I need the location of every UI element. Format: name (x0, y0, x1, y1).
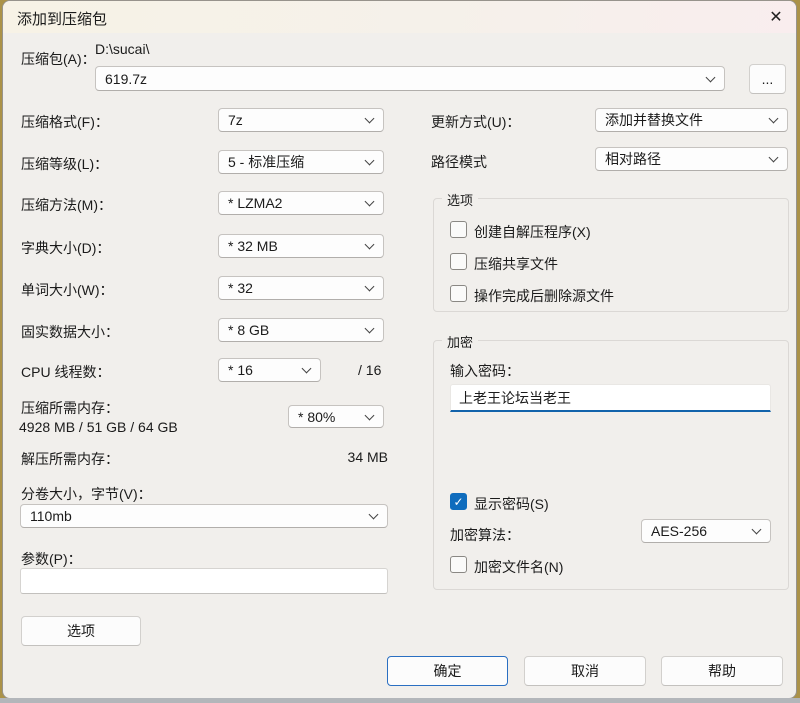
archive-label: 压缩包(A)： (21, 49, 96, 69)
options-button[interactable]: 选项 (21, 616, 141, 646)
parameters-label: 参数(P)： (21, 549, 82, 569)
chevron-down-icon (365, 114, 375, 124)
archive-name-value: 619.7z (105, 71, 147, 87)
archive-directory: D:\sucai\ (95, 41, 149, 57)
compress-shared-label[interactable]: 压缩共享文件 (474, 254, 558, 274)
word-size-combo[interactable]: * 32 (218, 276, 384, 300)
chevron-down-icon (365, 410, 375, 420)
encryption-method-label: 加密算法： (450, 525, 520, 545)
cpu-threads-total: / 16 (358, 362, 381, 378)
dictionary-value: * 32 MB (228, 238, 278, 254)
encrypt-filenames-checkbox[interactable] (450, 556, 467, 573)
chevron-down-icon (302, 364, 312, 374)
password-input[interactable] (450, 384, 771, 412)
path-mode-label: 路径模式 (431, 152, 487, 172)
encryption-method-combo[interactable]: AES-256 (641, 519, 771, 543)
method-combo[interactable]: * LZMA2 (218, 191, 384, 215)
chevron-down-icon (769, 153, 779, 163)
archive-name-combo[interactable]: 619.7z (95, 66, 725, 91)
memory-decompress-value: 34 MB (303, 449, 388, 465)
background-window-edge (0, 698, 800, 703)
word-size-label: 单词大小(W)： (21, 280, 114, 300)
chevron-down-icon (365, 324, 375, 334)
add-to-archive-dialog: 添加到压缩包 ✕ 压缩包(A)： D:\sucai\ 619.7z ... 压缩… (2, 0, 797, 699)
encryption-group-title: 加密 (442, 332, 478, 351)
path-mode-combo[interactable]: 相对路径 (595, 147, 788, 171)
chevron-down-icon (365, 240, 375, 250)
delete-after-label[interactable]: 操作完成后删除源文件 (474, 286, 614, 306)
solid-size-combo[interactable]: * 8 GB (218, 318, 384, 342)
update-mode-label: 更新方式(U)： (431, 112, 520, 132)
dictionary-label: 字典大小(D)： (21, 238, 110, 258)
chevron-down-icon (365, 282, 375, 292)
show-password-checkbox[interactable] (450, 493, 467, 510)
encryption-method-value: AES-256 (651, 523, 707, 539)
memory-compress-label: 压缩所需内存： (21, 398, 119, 418)
dialog-title: 添加到压缩包 (17, 8, 107, 29)
volume-size-label: 分卷大小，字节(V)： (21, 484, 152, 504)
delete-after-checkbox[interactable] (450, 285, 467, 302)
memory-usage-combo[interactable]: * 80% (288, 405, 384, 428)
format-combo[interactable]: 7z (218, 108, 384, 132)
parameters-input[interactable] (20, 568, 388, 594)
chevron-down-icon (769, 114, 779, 124)
show-password-label[interactable]: 显示密码(S) (474, 494, 549, 514)
chevron-down-icon (752, 525, 762, 535)
cpu-threads-label: CPU 线程数： (21, 362, 110, 382)
path-mode-value: 相对路径 (605, 149, 661, 169)
password-label: 输入密码： (450, 361, 520, 381)
level-value: 5 - 标准压缩 (228, 152, 304, 172)
solid-size-label: 固实数据大小： (21, 322, 119, 342)
title-bar[interactable]: 添加到压缩包 ✕ (3, 1, 796, 33)
method-label: 压缩方法(M)： (21, 195, 112, 215)
browse-button[interactable]: ... (749, 64, 786, 94)
word-size-value: * 32 (228, 280, 253, 296)
memory-decompress-label: 解压所需内存： (21, 449, 119, 469)
close-icon[interactable]: ✕ (760, 4, 792, 30)
browse-button-label: ... (762, 71, 774, 87)
help-button[interactable]: 帮助 (661, 656, 783, 686)
cancel-button-label: 取消 (571, 661, 599, 681)
options-group-title: 选项 (442, 190, 478, 209)
create-sfx-label[interactable]: 创建自解压程序(X) (474, 222, 591, 242)
cancel-button[interactable]: 取消 (524, 656, 646, 686)
help-button-label: 帮助 (708, 661, 736, 681)
cpu-threads-combo[interactable]: * 16 (218, 358, 321, 382)
chevron-down-icon (365, 197, 375, 207)
volume-size-combo[interactable]: 110mb (20, 504, 388, 528)
format-value: 7z (228, 112, 243, 128)
chevron-down-icon (706, 72, 716, 82)
chevron-down-icon (369, 510, 379, 520)
volume-size-value: 110mb (30, 508, 72, 524)
compress-shared-checkbox[interactable] (450, 253, 467, 270)
memory-compress-detail: 4928 MB / 51 GB / 64 GB (19, 419, 178, 435)
options-button-label: 选项 (67, 621, 95, 641)
dictionary-combo[interactable]: * 32 MB (218, 234, 384, 258)
update-mode-combo[interactable]: 添加并替换文件 (595, 108, 788, 132)
cpu-threads-value: * 16 (228, 362, 253, 378)
create-sfx-checkbox[interactable] (450, 221, 467, 238)
chevron-down-icon (365, 156, 375, 166)
format-label: 压缩格式(F)： (21, 112, 109, 132)
memory-usage-value: * 80% (298, 409, 335, 425)
level-combo[interactable]: 5 - 标准压缩 (218, 150, 384, 174)
encrypt-filenames-label[interactable]: 加密文件名(N) (474, 557, 563, 577)
solid-size-value: * 8 GB (228, 322, 269, 338)
ok-button[interactable]: 确定 (387, 656, 508, 686)
level-label: 压缩等级(L)： (21, 154, 108, 174)
method-value: * LZMA2 (228, 195, 282, 211)
update-mode-value: 添加并替换文件 (605, 110, 703, 130)
ok-button-label: 确定 (434, 661, 462, 681)
